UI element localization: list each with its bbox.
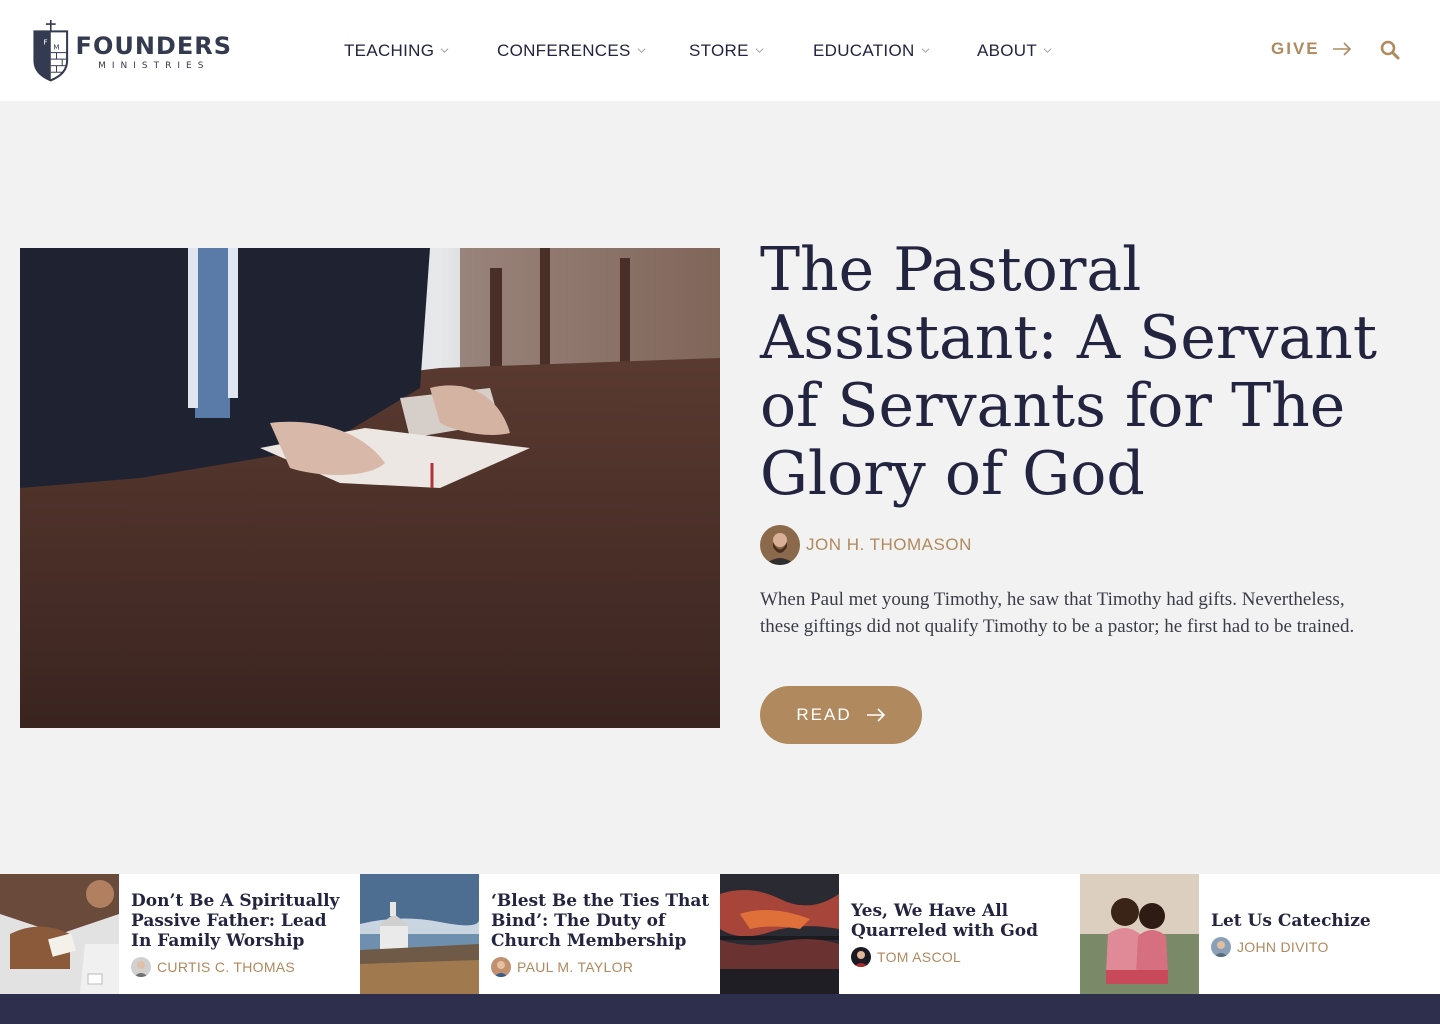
site-header: F M FOUNDERS MINISTRIES TEACHING CONFERE… bbox=[0, 0, 1440, 101]
card-thumbnail[interactable] bbox=[1080, 874, 1199, 994]
shield-logo-icon: F M bbox=[33, 19, 69, 82]
card-author-name: CURTIS C. THOMAS bbox=[157, 959, 296, 975]
card-author-name: PAUL M. TAYLOR bbox=[517, 959, 634, 975]
card-author-name: JOHN DIVITO bbox=[1237, 939, 1329, 955]
logo-subtitle: MINISTRIES bbox=[98, 60, 210, 71]
logo-title: FOUNDERS bbox=[75, 31, 232, 60]
chevron-down-icon bbox=[637, 47, 646, 53]
article-card[interactable]: Yes, We Have All Quarreled with God TOM … bbox=[720, 874, 1080, 994]
footer-band bbox=[0, 994, 1440, 1024]
nav-about-label: ABOUT bbox=[977, 41, 1038, 60]
hero-title[interactable]: The Pastoral Assistant: A Servant of Ser… bbox=[760, 236, 1400, 508]
nav-about[interactable]: ABOUT bbox=[977, 40, 1052, 62]
card-title[interactable]: ‘Blest Be the Ties That Bind’: The Duty … bbox=[491, 891, 710, 951]
nav-conferences-label: CONFERENCES bbox=[497, 41, 631, 60]
article-cards: Don’t Be A Spiritually Passive Father: L… bbox=[0, 874, 1440, 994]
site-logo[interactable]: F M FOUNDERS MINISTRIES bbox=[32, 12, 232, 90]
author-avatar bbox=[760, 525, 800, 565]
arrow-right-icon bbox=[1332, 42, 1351, 56]
card-author[interactable]: TOM ASCOL bbox=[851, 947, 1070, 967]
card-author-avatar bbox=[131, 957, 151, 977]
card-thumbnail[interactable] bbox=[360, 874, 479, 994]
card-author-name: TOM ASCOL bbox=[877, 949, 962, 965]
hero-author[interactable]: JON H. THOMASON bbox=[760, 525, 972, 565]
read-button[interactable]: READ bbox=[760, 686, 922, 744]
hero-image[interactable] bbox=[20, 248, 720, 728]
svg-text:M: M bbox=[53, 42, 59, 51]
card-thumbnail[interactable] bbox=[720, 874, 839, 994]
nav-store-label: STORE bbox=[689, 41, 749, 60]
chevron-down-icon bbox=[921, 47, 929, 53]
chevron-down-icon bbox=[755, 47, 764, 53]
article-card[interactable]: Let Us Catechize JOHN DIVITO bbox=[1080, 874, 1440, 994]
nav-teaching[interactable]: TEACHING bbox=[344, 40, 449, 62]
article-card[interactable]: ‘Blest Be the Ties That Bind’: The Duty … bbox=[360, 874, 720, 994]
svg-text:F: F bbox=[43, 37, 47, 46]
card-thumbnail[interactable] bbox=[0, 874, 119, 994]
nav-teaching-label: TEACHING bbox=[344, 41, 435, 60]
nav-conferences[interactable]: CONFERENCES bbox=[497, 40, 646, 62]
author-name: JON H. THOMASON bbox=[806, 535, 972, 554]
card-title[interactable]: Don’t Be A Spiritually Passive Father: L… bbox=[131, 891, 350, 951]
nav-store[interactable]: STORE bbox=[689, 40, 764, 62]
give-link[interactable]: GIVE bbox=[1271, 39, 1352, 59]
hero-excerpt: When Paul met young Timothy, he saw that… bbox=[760, 589, 1355, 637]
card-author[interactable]: JOHN DIVITO bbox=[1211, 937, 1430, 957]
card-author[interactable]: CURTIS C. THOMAS bbox=[131, 957, 350, 977]
card-author[interactable]: PAUL M. TAYLOR bbox=[491, 957, 710, 977]
search-icon[interactable] bbox=[1380, 40, 1400, 60]
chevron-down-icon bbox=[1043, 47, 1052, 53]
article-card[interactable]: Don’t Be A Spiritually Passive Father: L… bbox=[0, 874, 360, 994]
read-button-label: READ bbox=[796, 705, 852, 724]
card-author-avatar bbox=[1211, 937, 1231, 957]
card-author-avatar bbox=[491, 957, 511, 977]
hero-photo-illustration bbox=[20, 248, 720, 728]
card-author-avatar bbox=[851, 947, 871, 967]
chevron-down-icon bbox=[440, 47, 449, 53]
nav-education[interactable]: EDUCATION bbox=[813, 40, 930, 62]
arrow-right-icon bbox=[866, 708, 885, 722]
card-title[interactable]: Let Us Catechize bbox=[1211, 911, 1430, 931]
give-label: GIVE bbox=[1271, 39, 1320, 58]
card-title[interactable]: Yes, We Have All Quarreled with God bbox=[851, 901, 1070, 941]
nav-education-label: EDUCATION bbox=[813, 41, 915, 60]
